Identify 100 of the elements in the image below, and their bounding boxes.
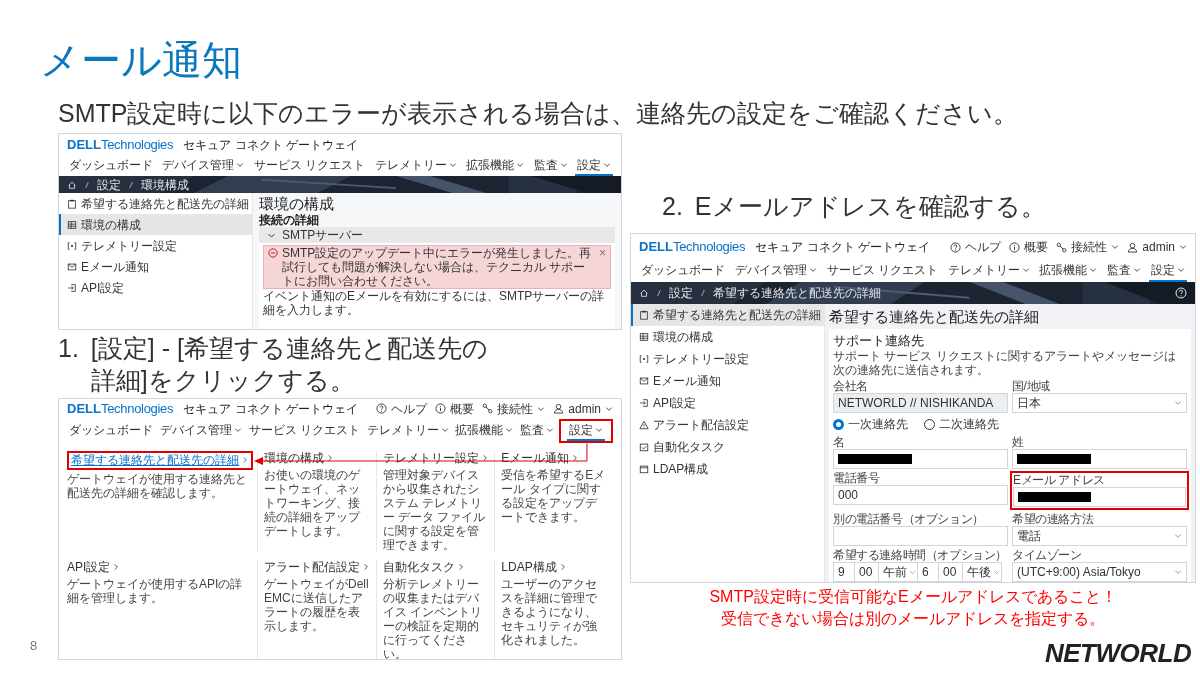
field-label: タイムゾーン	[1012, 548, 1083, 562]
sidebar-item[interactable]: 環境の構成	[631, 326, 824, 348]
select-field[interactable]: 日本	[1012, 393, 1187, 413]
menu-description: ゲートウェイがDell EMCに送信したアラートの履歴を表示します。	[264, 576, 370, 633]
select-field[interactable]: (UTC+9:00) Asia/Tokyo	[1012, 562, 1187, 582]
sidebar-item[interactable]: 希望する連絡先と配送先の詳細	[631, 304, 824, 326]
hour-field[interactable]: 9	[833, 562, 855, 582]
nav-tab[interactable]: 拡張機能	[464, 156, 527, 176]
header-link[interactable]: 接続性	[482, 399, 546, 418]
sidebar-item[interactable]: Eメール通知	[59, 256, 252, 277]
radio-option[interactable]: 二次連絡先	[924, 415, 999, 433]
menu-description: 分析テレメトリーの収集またはデバイス インベントリーの検証を定期的に行ってください。	[382, 576, 483, 659]
menu-description: 管理対象デバイスから収集されたシステム テレメトリー データ ファイルに関する設定を管理できます。	[382, 467, 487, 552]
select-field[interactable]: 電話	[1012, 526, 1187, 546]
nav-tab[interactable]: ダッシュボード	[639, 260, 727, 282]
app-title: セキュア コネクト ゲートウェイ	[183, 137, 358, 154]
nav-tab[interactable]: ダッシュボード	[67, 156, 155, 176]
subtitle: SMTP設定時に以下のエラーが表示される場合は、連絡先の設定をご確認ください。	[58, 98, 1019, 129]
menu-description: ユーザーのアクセスを詳細に管理できるようになり、セキュリティが強化されました。	[501, 576, 599, 647]
sidebar-item[interactable]: Eメール通知	[631, 370, 824, 392]
page-number: 8	[30, 637, 38, 655]
header-link[interactable]: admin	[1127, 238, 1187, 256]
nav-tab[interactable]: デバイス管理	[732, 260, 819, 282]
field-label: 電話番号	[833, 471, 881, 485]
card-title: サポート連絡先	[833, 333, 925, 349]
note-text: SMTP設定時に受信可能なEメールアドレスであること！	[709, 587, 1117, 607]
radio-option[interactable]: 一次連絡先	[833, 415, 908, 433]
nav-tab[interactable]: 拡張機能	[1037, 260, 1100, 282]
step-number: 1.	[58, 333, 79, 364]
minute-field[interactable]: 00	[938, 562, 963, 582]
nav-tab[interactable]: デバイス管理	[157, 418, 244, 443]
info-text: イベント通知のEメールを有効にするには、SMTPサーバーの詳細を入力します。	[263, 289, 606, 317]
menu-link[interactable]: アラート配信設定	[264, 559, 372, 575]
hour-field[interactable]: 6	[917, 562, 939, 582]
field-label: 希望の連絡方法	[1012, 512, 1095, 526]
sidebar-item[interactable]: テレメトリー設定	[59, 235, 252, 256]
nav-tab[interactable]: 設定	[566, 420, 605, 441]
nav-tab[interactable]: 監査	[531, 156, 570, 176]
field-label: 希望する連絡時間（オプション）	[833, 548, 1008, 562]
field-label: 国/地域	[1012, 379, 1051, 393]
breadcrumb-item[interactable]: 設定	[669, 284, 693, 302]
text-field[interactable]: 000	[833, 485, 1008, 505]
step-text: Eメールアドレスを確認する。	[694, 191, 1046, 222]
nav-tab[interactable]: テレメトリー	[372, 156, 459, 176]
header-link[interactable]: ヘルプ	[376, 399, 428, 418]
period-select[interactable]: 午後	[962, 562, 1002, 582]
sidebar-item[interactable]: LDAP構成	[631, 458, 824, 480]
field-label: 会社名	[833, 379, 869, 393]
menu-description: ゲートウェイが使用する連絡先と配送先の詳細を確認します。	[67, 471, 248, 500]
accordion-header[interactable]: SMTPサーバー	[259, 227, 615, 243]
card-description: サポート サービス リクエストに関するアラートやメッセージは次の連絡先に送信されます。	[833, 349, 1177, 377]
field-label: 名	[833, 435, 846, 449]
breadcrumb-item[interactable]: 設定	[97, 175, 121, 194]
field-label: Eメール アドレス	[1013, 473, 1106, 487]
header-link[interactable]: 概要	[1009, 238, 1049, 256]
field-label: 別の電話番号（オプション）	[833, 512, 985, 526]
page-heading: 希望する連絡先と配送先の詳細	[829, 307, 1040, 327]
sidebar-item[interactable]: テレメトリー設定	[631, 348, 824, 370]
sidebar-item[interactable]: 自動化タスク	[631, 436, 824, 458]
nav-tab[interactable]: 拡張機能	[453, 418, 516, 443]
menu-description: 受信を希望するEメール タイプに関する設定をアップデートできます。	[501, 467, 607, 524]
nav-tab[interactable]: テレメトリー	[364, 418, 451, 443]
nav-tab[interactable]: 監査	[518, 418, 557, 443]
brand-logo: DELLTechnologies	[639, 238, 746, 257]
nav-tab[interactable]: サービス リクエスト	[251, 156, 368, 176]
nav-tab[interactable]: テレメトリー	[945, 260, 1032, 282]
period-select[interactable]: 午前	[878, 562, 918, 582]
header-link[interactable]: 概要	[435, 399, 475, 418]
nav-tab[interactable]: サービス リクエスト	[824, 260, 940, 282]
step-number: 2.	[662, 191, 683, 222]
header-link[interactable]: admin	[553, 399, 613, 418]
note-text: 受信できない場合は別のメールアドレスを指定する。	[721, 609, 1105, 629]
slide-title: メール通知	[40, 37, 242, 84]
page-heading: 環境の構成	[259, 195, 335, 213]
sidebar-item[interactable]: API設定	[59, 277, 252, 298]
sidebar-item[interactable]: 環境の構成	[59, 214, 252, 235]
nav-tab[interactable]: ダッシュボード	[67, 418, 155, 443]
brand-logo: DELLTechnologies	[67, 136, 174, 155]
field-label: 姓	[1012, 435, 1025, 449]
nav-tab[interactable]: 監査	[1105, 260, 1144, 282]
sidebar-item[interactable]: 希望する連絡先と配送先の詳細	[59, 193, 252, 214]
header-link[interactable]: ヘルプ	[950, 238, 1002, 256]
nav-tab[interactable]: サービス リクエスト	[246, 418, 362, 443]
step-text: [設定] - [希望する連絡先と配送先の詳細]をクリックする。	[90, 333, 489, 396]
sidebar-item[interactable]: API設定	[631, 392, 824, 414]
menu-description: お使いの環境のゲートウェイ、ネットワーキング、接続の詳細をアップデートします。	[264, 467, 362, 538]
menu-link[interactable]: API設定	[67, 559, 253, 575]
menu-description: ゲートウェイが使用するAPIの詳細を管理します。	[67, 576, 244, 605]
nav-tab[interactable]: デバイス管理	[160, 156, 247, 176]
app-title: セキュア コネクト ゲートウェイ	[755, 239, 930, 256]
menu-link[interactable]: 希望する連絡先と配送先の詳細	[71, 452, 249, 468]
menu-link[interactable]: LDAP構成	[501, 559, 609, 575]
header-link[interactable]: 接続性	[1056, 238, 1120, 256]
sidebar-item[interactable]: アラート配信設定	[631, 414, 824, 436]
brand-logo: DELLTechnologies	[67, 400, 174, 418]
breadcrumb-item[interactable]: 環境構成	[141, 175, 189, 194]
minute-field[interactable]: 00	[854, 562, 879, 582]
brand-logo: NETWORLD	[1045, 637, 1192, 670]
menu-link[interactable]: 自動化タスク	[382, 559, 491, 575]
breadcrumb-item[interactable]: 希望する連絡先と配送先の詳細	[713, 284, 881, 302]
